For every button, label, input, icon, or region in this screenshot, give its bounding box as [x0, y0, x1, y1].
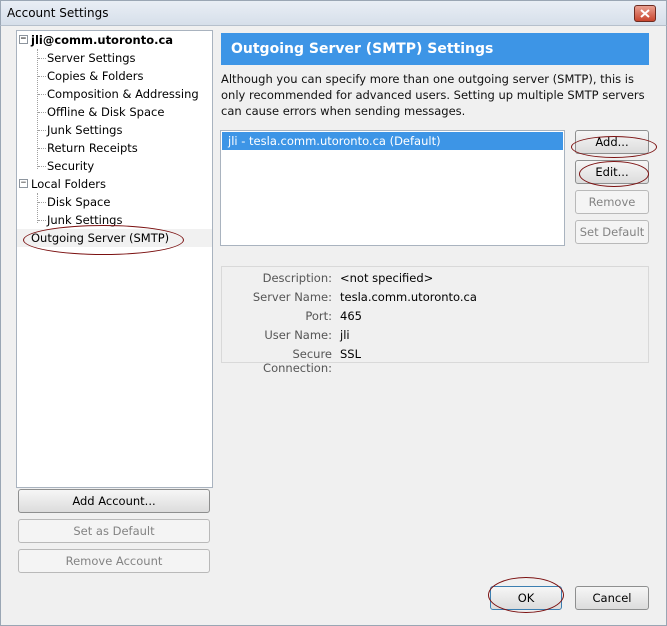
edit-server-button[interactable]: Edit...	[575, 160, 649, 184]
add-account-button[interactable]: Add Account...	[18, 489, 210, 513]
add-server-button[interactable]: Add...	[575, 130, 649, 154]
title-bar: Account Settings	[0, 0, 667, 26]
tree-item-return-receipts[interactable]: Return Receipts	[47, 139, 138, 157]
tree-item-local-junk-settings[interactable]: Junk Settings	[47, 211, 122, 229]
server-name-label: Server Name:	[252, 290, 332, 304]
description-value: <not specified>	[340, 271, 434, 285]
tree-item-outgoing-server[interactable]: Outgoing Server (SMTP)	[17, 229, 212, 247]
collapse-icon[interactable]: −	[19, 179, 28, 188]
tree-item-disk-space[interactable]: Disk Space	[47, 193, 110, 211]
set-as-default-button[interactable]: Set as Default	[18, 519, 210, 543]
remove-server-button[interactable]: Remove	[575, 190, 649, 214]
cancel-button[interactable]: Cancel	[575, 586, 649, 610]
window-body: − jli@comm.utoronto.ca Server Settings C…	[0, 26, 667, 626]
remove-account-button[interactable]: Remove Account	[18, 549, 210, 573]
smtp-server-list[interactable]: jli - tesla.comm.utoronto.ca (Default)	[220, 130, 565, 246]
close-icon	[640, 9, 650, 18]
secure-connection-value: SSL	[340, 347, 362, 361]
account-tree[interactable]: − jli@comm.utoronto.ca Server Settings C…	[16, 30, 213, 488]
user-name-label: User Name:	[264, 328, 332, 342]
user-name-value: jli	[340, 328, 350, 342]
set-default-server-button[interactable]: Set Default	[575, 220, 649, 244]
port-value: 465	[340, 309, 362, 323]
secure-connection-label: Secure Connection:	[263, 347, 332, 375]
tree-item-junk-settings[interactable]: Junk Settings	[47, 121, 122, 139]
close-button[interactable]	[634, 5, 656, 22]
local-folders-name: Local Folders	[31, 177, 106, 191]
server-details: Description: <not specified> Server Name…	[221, 266, 649, 375]
description-label: Description:	[262, 271, 332, 285]
account-name: jli@comm.utoronto.ca	[31, 33, 174, 47]
tree-item-security[interactable]: Security	[47, 157, 94, 175]
port-label: Port:	[305, 309, 332, 323]
panel-description: Although you can specify more than one o…	[221, 72, 645, 118]
ok-button[interactable]: OK	[490, 586, 562, 610]
tree-item-server-settings[interactable]: Server Settings	[47, 49, 136, 67]
tree-item-copies-folders[interactable]: Copies & Folders	[47, 67, 143, 85]
panel-header: Outgoing Server (SMTP) Settings	[221, 33, 649, 65]
tree-item-offline-disk[interactable]: Offline & Disk Space	[47, 103, 164, 121]
server-list-item[interactable]: jli - tesla.comm.utoronto.ca (Default)	[222, 132, 563, 150]
collapse-icon[interactable]: −	[19, 35, 28, 44]
tree-item-composition[interactable]: Composition & Addressing	[47, 85, 199, 103]
window-title: Account Settings	[7, 6, 109, 20]
server-name-value: tesla.comm.utoronto.ca	[340, 290, 477, 304]
